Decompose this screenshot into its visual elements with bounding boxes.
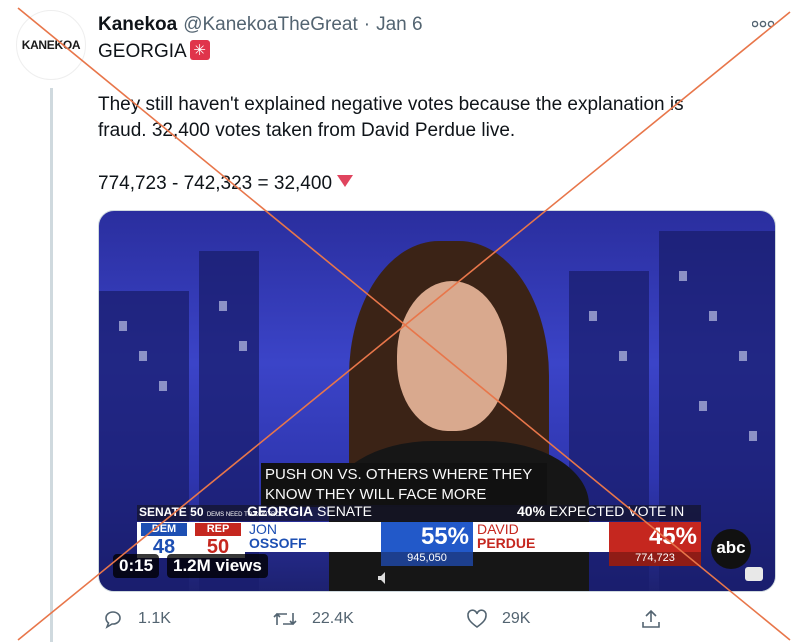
building-window bbox=[619, 351, 627, 361]
news-anchor-face bbox=[397, 281, 507, 431]
rep-votes: 774,723 bbox=[609, 552, 701, 566]
election-ticker-header: SENATE 50 DEMS NEED TO CONTROL GEORGIA S… bbox=[137, 503, 701, 521]
tweet-header: Kanekoa @KanekoaTheGreat · Jan 6 bbox=[98, 12, 423, 38]
building-window bbox=[739, 351, 747, 361]
building-window bbox=[589, 311, 597, 321]
tweet-actions: 1.1K 22.4K 29K bbox=[98, 606, 778, 632]
rotating-light-icon bbox=[189, 39, 210, 63]
rep-first-name: DAVID bbox=[477, 521, 519, 537]
caption-line: KNOW THEY WILL FACE MORE bbox=[265, 486, 487, 503]
building-window bbox=[139, 351, 147, 361]
video-duration: 0:15 bbox=[113, 554, 160, 578]
building-window bbox=[709, 311, 717, 321]
reply-button[interactable]: 1.1K bbox=[102, 606, 171, 632]
seats-needed: 50 bbox=[190, 505, 204, 519]
avatar[interactable]: KANEKOA bbox=[16, 10, 86, 80]
tweet-text-line: GEORGIA bbox=[98, 39, 210, 64]
senate-text: SENATE bbox=[139, 505, 187, 519]
building-window bbox=[239, 341, 247, 351]
dem-last-name: OSSOFF bbox=[249, 535, 307, 551]
share-button[interactable] bbox=[640, 606, 676, 632]
tweet-text-line: 774,723 - 742,323 = 32,400 bbox=[98, 172, 354, 196]
dem-label: DEM bbox=[141, 523, 187, 536]
caption-line: PUSH ON VS. OTHERS WHERE THEY bbox=[265, 466, 533, 483]
network-logo: abc bbox=[711, 529, 751, 569]
building-window bbox=[119, 321, 127, 331]
avatar-text: KANEKOA bbox=[21, 38, 81, 52]
building-window bbox=[159, 381, 167, 391]
dem-seats-box: DEM 48 bbox=[137, 522, 191, 558]
expected-pct: 40% bbox=[517, 503, 546, 519]
separator-dot: · bbox=[363, 14, 371, 35]
race-title-rest: SENATE bbox=[313, 503, 372, 519]
building-window bbox=[679, 271, 687, 281]
video-player[interactable]: PUSH ON VS. OTHERS WHERE THEY KNOW THEY … bbox=[98, 210, 776, 592]
video-views: 1.2M views bbox=[167, 554, 268, 578]
tweet-text-equation: 774,723 - 742,323 = 32,400 bbox=[98, 173, 333, 194]
tweet-text-line: fraud. 32,400 votes taken from David Per… bbox=[98, 120, 516, 141]
building-window bbox=[749, 431, 757, 441]
like-count: 29K bbox=[502, 610, 531, 627]
tweet-date[interactable]: Jan 6 bbox=[376, 14, 422, 36]
rep-percent: 45% bbox=[609, 522, 701, 552]
rep-candidate: DAVID PERDUE bbox=[473, 522, 609, 552]
building-window bbox=[699, 401, 707, 411]
building-window bbox=[219, 301, 227, 311]
rep-label: REP bbox=[195, 523, 241, 536]
race-title: GEORGIA SENATE bbox=[247, 503, 372, 519]
race-title-bold: GEORGIA bbox=[247, 503, 314, 519]
dem-candidate: JON OSSOFF bbox=[245, 522, 381, 552]
tweet-text-line: They still haven't explained negative vo… bbox=[98, 94, 684, 115]
retweet-button[interactable]: 22.4K bbox=[272, 606, 354, 632]
reply-icon bbox=[105, 611, 121, 629]
reply-count: 1.1K bbox=[138, 610, 171, 627]
expected-vote: 40% EXPECTED VOTE IN bbox=[517, 503, 684, 519]
volume-icon[interactable] bbox=[375, 569, 391, 587]
like-button[interactable]: 29K bbox=[466, 606, 530, 632]
retweet-icon bbox=[273, 612, 297, 626]
more-options-icon[interactable] bbox=[748, 14, 778, 34]
retweet-count: 22.4K bbox=[312, 610, 354, 627]
dem-percent: 55% bbox=[381, 522, 473, 552]
like-icon bbox=[467, 609, 487, 628]
expected-label: EXPECTED VOTE IN bbox=[545, 503, 685, 519]
rep-last-name: PERDUE bbox=[477, 535, 536, 551]
dem-votes: 945,050 bbox=[381, 552, 473, 566]
youtube-icon bbox=[745, 567, 763, 581]
thread-line bbox=[50, 88, 53, 642]
display-name[interactable]: Kanekoa bbox=[98, 14, 177, 36]
closed-caption: PUSH ON VS. OTHERS WHERE THEY KNOW THEY … bbox=[261, 463, 547, 507]
rep-seats-box: REP 50 bbox=[191, 522, 245, 558]
dem-first-name: JON bbox=[249, 521, 277, 537]
share-icon bbox=[642, 609, 660, 628]
down-triangle-icon bbox=[337, 175, 354, 187]
user-handle[interactable]: @KanekoaTheGreat bbox=[183, 14, 358, 36]
tweet-text-headline: GEORGIA bbox=[98, 41, 187, 62]
